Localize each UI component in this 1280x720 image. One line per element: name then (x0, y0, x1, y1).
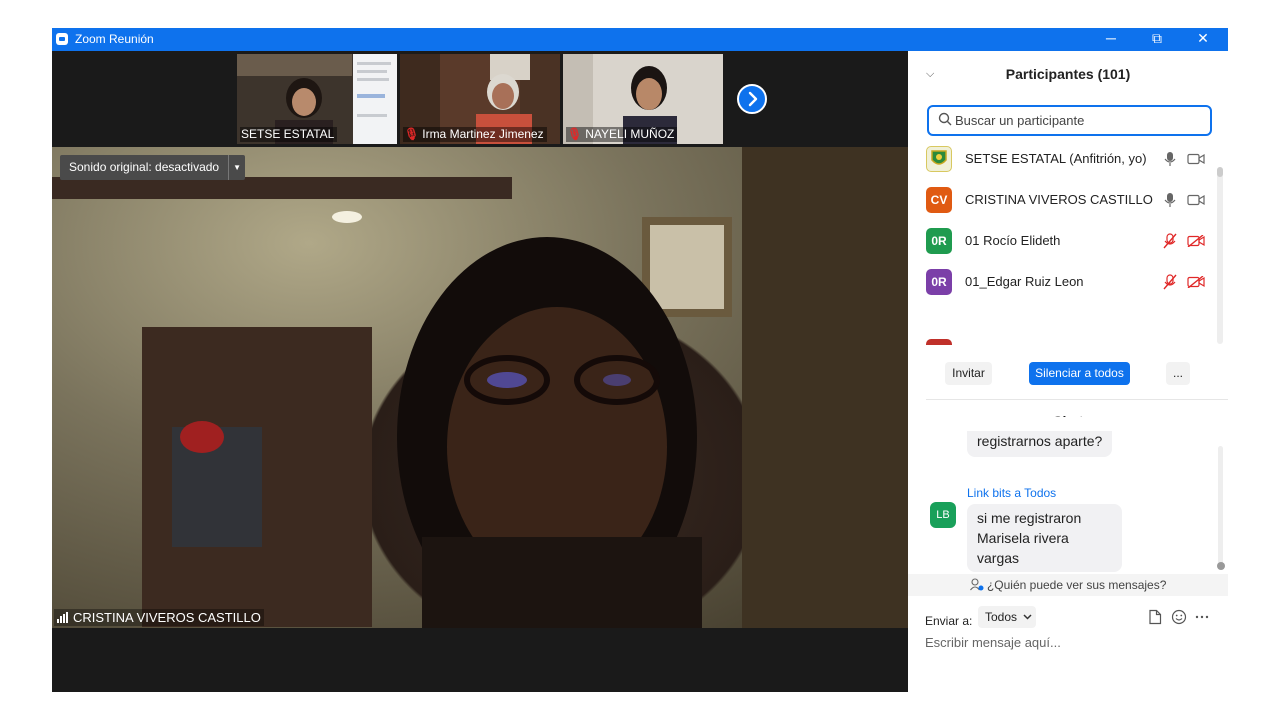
dropdown-arrow-icon[interactable]: ▼ (228, 155, 245, 180)
video-off-icon[interactable] (1187, 276, 1205, 288)
window-title: Zoom Reunión (75, 32, 154, 46)
chat-clip-edge (908, 417, 1218, 431)
microphone-muted-icon[interactable] (1163, 274, 1177, 290)
signal-strength-icon (57, 612, 68, 623)
video-off-icon[interactable] (1187, 235, 1205, 247)
participant-name: CRISTINA VIVEROS CASTILLO (965, 192, 1153, 207)
title-bar: Zoom Reunión ─ ⧉ ✕ (52, 28, 1228, 51)
participant-search-input[interactable] (955, 110, 1200, 131)
microphone-muted-icon[interactable] (1163, 233, 1177, 249)
participant-row[interactable]: 0R 01_Edgar Ruiz Leon (908, 262, 1218, 303)
participant-avatar: CV (926, 187, 952, 213)
close-button[interactable]: ✕ (1180, 28, 1226, 51)
participant-name: SETSE ESTATAL (Anfitrión, yo) (965, 151, 1147, 166)
participant-name: 01_Edgar Ruiz Leon (965, 274, 1084, 289)
chevron-down-icon (1023, 614, 1032, 620)
more-options-button[interactable]: ... (1166, 362, 1190, 385)
chat-message-bubble: registrarnos aparte? (967, 431, 1113, 457)
side-panel: ⌵ Participantes (101) SETSE ESTATAL (Anf… (908, 51, 1228, 692)
original-sound-label: Sonido original: desactivado (69, 160, 220, 174)
thumbnail-name: 🎙 NAYELI MUÑOZ (566, 127, 678, 142)
thumbnail-name: 🎙 Irma Martinez Jimenez (403, 127, 547, 142)
muted-mic-icon: 🎙 (567, 127, 583, 141)
microphone-icon[interactable] (1163, 192, 1177, 208)
next-page-button[interactable] (737, 84, 767, 114)
participant-avatar: 0R (926, 269, 952, 295)
participant-name: 01 Rocío Elideth (965, 233, 1061, 248)
active-speaker-video: Sonido original: desactivado ▼ CRISTINA … (52, 147, 908, 628)
participant-search-box[interactable] (927, 105, 1212, 136)
file-icon[interactable] (1148, 609, 1162, 625)
video-camera-icon[interactable] (1187, 153, 1205, 165)
chat-message-line: Marisela rivera vargas (977, 530, 1069, 566)
section-divider (926, 399, 1228, 400)
speaker-name-tag: CRISTINA VIVEROS CASTILLO (54, 609, 264, 626)
more-icon[interactable] (1195, 609, 1209, 625)
thumbnail-name: SETSE ESTATAL (240, 127, 338, 142)
send-to-select[interactable]: Todos (978, 606, 1036, 628)
invite-button[interactable]: Invitar (945, 362, 992, 385)
send-to-value: Todos (985, 610, 1018, 624)
video-camera-icon[interactable] (1187, 194, 1205, 206)
gallery-thumbnail-2[interactable]: 🎙 Irma Martinez Jimenez (400, 54, 560, 144)
video-stage: SETSE ESTATAL 🎙 Irma Martinez Jimenez 🎙 … (52, 51, 908, 692)
minimize-button[interactable]: ─ (1088, 28, 1134, 51)
speaker-name: CRISTINA VIVEROS CASTILLO (73, 610, 261, 625)
chat-sender-label: Link bits a Todos (967, 486, 1057, 500)
emoji-icon[interactable] (1171, 609, 1187, 625)
mute-all-button[interactable]: Silenciar a todos (1029, 362, 1130, 385)
gallery-thumbnail-1[interactable]: SETSE ESTATAL (237, 54, 397, 144)
chevron-right-icon (748, 91, 758, 107)
host-logo-avatar (926, 146, 952, 172)
restore-button[interactable]: ⧉ (1134, 28, 1180, 51)
chat-message-input[interactable] (925, 635, 1215, 650)
gallery-thumbnail-3[interactable]: 🎙 NAYELI MUÑOZ (563, 54, 723, 144)
participants-title: Participantes (101) (1005, 66, 1131, 82)
list-clip-edge (908, 345, 1217, 347)
participant-row[interactable]: CV CRISTINA VIVEROS CASTILLO (908, 180, 1218, 221)
sender-avatar: LB (930, 502, 956, 528)
participant-row[interactable]: 0R 01 Rocío Elideth (908, 221, 1218, 262)
chat-message-line: si me registraron (977, 510, 1082, 526)
zoom-app-icon (56, 33, 68, 45)
who-can-see-link[interactable]: ¿Quién puede ver sus mensajes? (908, 574, 1228, 596)
shield-logo-icon (931, 150, 947, 165)
microphone-icon[interactable] (1163, 151, 1177, 167)
muted-mic-icon: 🎙 (404, 127, 420, 141)
chat-scrollbar[interactable] (1217, 446, 1225, 570)
zoom-window: Zoom Reunión ─ ⧉ ✕ SETSE ESTATAL 🎙 Irma … (52, 28, 1228, 692)
who-can-see-text: ¿Quién puede ver sus mensajes? (986, 578, 1167, 592)
participants-scrollbar[interactable] (1217, 167, 1223, 344)
original-sound-toggle[interactable]: Sonido original: desactivado ▼ (60, 155, 246, 180)
participant-row[interactable]: SETSE ESTATAL (Anfitrión, yo) (908, 139, 1218, 180)
video-feed-image (52, 147, 908, 628)
participant-avatar: 0R (926, 228, 952, 254)
chat-message-bubble: si me registraron Marisela rivera vargas (967, 504, 1122, 572)
send-to-label: Enviar a: (925, 614, 973, 628)
user-info-icon (969, 578, 984, 591)
search-icon (938, 112, 952, 126)
